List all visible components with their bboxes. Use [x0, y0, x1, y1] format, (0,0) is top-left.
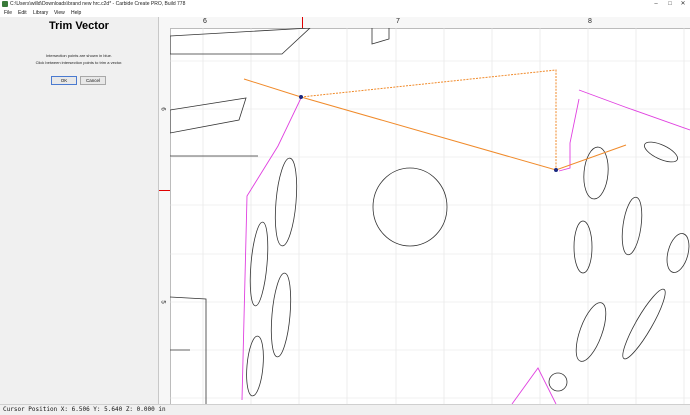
menu-bar: File Edit Library View Help — [0, 9, 690, 17]
selected-vector-dashed[interactable] — [300, 69, 557, 170]
slot-6 — [573, 220, 593, 274]
lower-left-plate — [170, 296, 207, 404]
trim-vector-panel: Trim Vector Intersection points are show… — [0, 17, 159, 404]
slot-9 — [622, 288, 666, 360]
ruler-label-v6: 6 — [159, 107, 166, 111]
slot-1 — [274, 157, 298, 247]
ruler-label-v5: 5 — [159, 300, 166, 304]
slot-3 — [270, 272, 292, 358]
close-icon[interactable]: ✕ — [677, 0, 689, 9]
ruler-label-6: 6 — [203, 18, 207, 25]
small-hole — [548, 372, 568, 392]
ruler-label-7: 7 — [396, 18, 400, 25]
maximize-icon[interactable]: □ — [664, 0, 676, 9]
slot-4 — [246, 335, 264, 397]
top-left-plate — [170, 28, 311, 55]
menu-file[interactable]: File — [4, 9, 12, 17]
cursor-x-marker — [302, 17, 303, 28]
menu-view[interactable]: View — [54, 9, 65, 17]
grid-lines — [170, 28, 690, 404]
outline-shapes — [170, 28, 690, 404]
minimize-icon[interactable]: – — [650, 0, 662, 9]
menu-library[interactable]: Library — [33, 9, 48, 17]
menu-edit[interactable]: Edit — [18, 9, 27, 17]
intersection-point-1[interactable] — [299, 95, 303, 99]
slot-5 — [583, 146, 609, 200]
cursor-y-marker — [159, 190, 170, 191]
slot-11 — [666, 233, 690, 273]
selected-vector-solid[interactable] — [243, 78, 627, 171]
guide-right-a — [558, 98, 580, 172]
selected-vectors[interactable] — [243, 69, 627, 171]
app-icon — [2, 1, 8, 7]
menu-help[interactable]: Help — [71, 9, 81, 17]
guide-right-b — [578, 89, 690, 131]
intersection-point-2[interactable] — [554, 168, 558, 172]
slot-8 — [575, 302, 607, 362]
cancel-button[interactable]: Cancel — [80, 76, 106, 85]
panel-title: Trim Vector — [49, 20, 109, 32]
round-hole — [372, 167, 448, 247]
design-canvas[interactable]: 6 7 8 6 5 — [159, 17, 690, 404]
panel-message-line2: Click between intersection points to tri… — [35, 60, 123, 65]
left-slab — [170, 97, 247, 134]
ruler-label-8: 8 — [588, 18, 592, 25]
panel-message-line1: Intersection points are shown in blue. — [45, 53, 113, 58]
title-bar: C:\Users\willd\Downloads\brand new hrc.c… — [0, 0, 690, 9]
guide-bottom — [511, 367, 557, 404]
slot-10 — [644, 141, 678, 163]
ok-button[interactable]: OK — [51, 76, 77, 85]
top-notch — [371, 28, 390, 45]
vector-drawing[interactable] — [170, 28, 690, 404]
window-title: C:\Users\willd\Downloads\brand new hrc.c… — [10, 1, 186, 7]
status-bar: Cursor Position X: 6.506 Y: 5.640 Z: 0.0… — [0, 404, 690, 415]
